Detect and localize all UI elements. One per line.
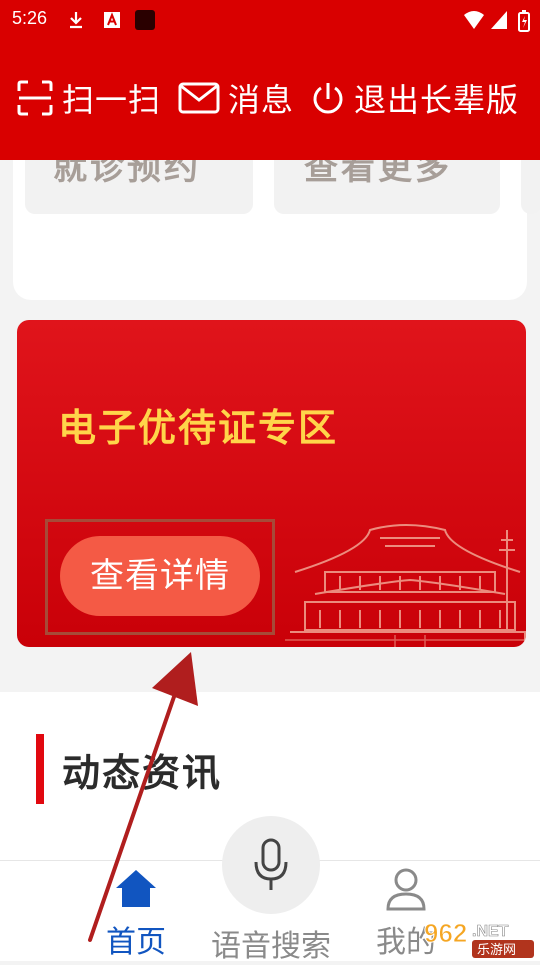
service-tile[interactable] xyxy=(521,160,540,214)
news-section-title: 动态资讯 xyxy=(62,751,223,795)
tiananmen-illustration xyxy=(285,524,526,647)
download-icon xyxy=(70,12,82,29)
app-notification-icon xyxy=(104,12,120,28)
status-bar: 5:26 xyxy=(0,0,540,38)
power-icon xyxy=(313,83,343,114)
service-card: 就诊预约 查看更多 xyxy=(13,160,540,300)
section-accent-bar xyxy=(36,734,44,804)
view-details-button[interactable]: 查看详情 xyxy=(60,536,260,616)
svg-text:乐游网: 乐游网 xyxy=(477,943,516,958)
exit-label: 退出长辈版 xyxy=(354,81,520,119)
scan-button[interactable]: 扫一扫 xyxy=(16,78,162,119)
message-button[interactable]: 消息 xyxy=(178,78,295,119)
service-tile[interactable]: 查看更多 xyxy=(274,160,500,214)
scan-icon xyxy=(17,80,53,116)
app-header: 扫一扫 消息 退出长辈版 xyxy=(0,38,540,160)
svg-text:.NET: .NET xyxy=(472,923,509,940)
microphone-icon xyxy=(254,838,288,890)
tab-voice-search-label: 语音搜索 xyxy=(211,929,331,964)
banner-title: 电子优待证专区 xyxy=(58,406,339,450)
tab-home[interactable]: 首页 xyxy=(61,861,211,961)
site-watermark: 962 .NET 乐游网 xyxy=(424,918,534,958)
service-tile-label: 查看更多 xyxy=(304,160,452,188)
service-tile[interactable]: 就诊预约 xyxy=(25,160,253,214)
tab-home-label: 首页 xyxy=(106,925,166,960)
signal-icon xyxy=(491,11,507,29)
battery-icon xyxy=(518,10,530,32)
wifi-icon xyxy=(464,11,484,29)
exit-elder-mode-button[interactable]: 退出长辈版 xyxy=(310,78,520,119)
preferential-card-banner[interactable]: 电子优待证专区 查看详情 xyxy=(17,320,526,647)
user-icon xyxy=(386,868,426,911)
mail-icon xyxy=(178,82,220,114)
svg-text:962: 962 xyxy=(424,918,467,948)
app-square-icon xyxy=(135,10,155,30)
scan-label: 扫一扫 xyxy=(62,81,162,119)
voice-search-button[interactable] xyxy=(222,816,320,914)
message-label: 消息 xyxy=(228,81,295,119)
home-icon xyxy=(116,870,156,907)
service-tile-label: 就诊预约 xyxy=(53,160,201,188)
status-time: 5:26 xyxy=(12,8,48,28)
